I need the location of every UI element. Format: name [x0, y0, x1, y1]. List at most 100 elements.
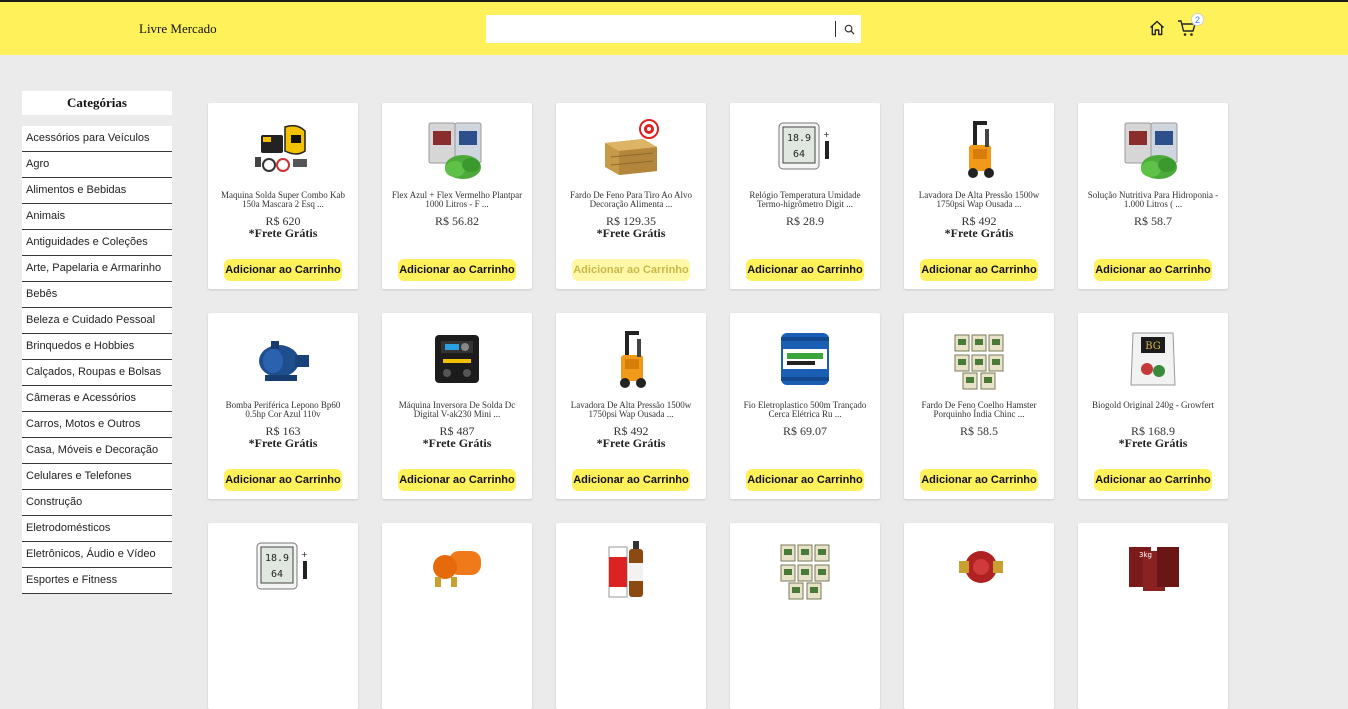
search-input[interactable] — [486, 15, 832, 43]
categories-title: Categórias — [22, 91, 172, 115]
brand-logo[interactable]: Livre Mercado — [139, 21, 217, 37]
product-card[interactable]: 18.9 64 + Relógio Temperatura Umidade Termo… — [730, 103, 880, 289]
category-item[interactable]: Câmeras e Acessórios — [22, 386, 172, 412]
product-title[interactable]: Biogold Original 240g - Growfert — [1086, 401, 1220, 410]
category-item[interactable]: Beleza e Cuidado Pessoal — [22, 308, 172, 334]
product-card[interactable]: Maquina Solda Super Combo Kab 150a Masca… — [208, 103, 358, 289]
product-card[interactable]: 3kg — [1078, 523, 1228, 709]
search-button[interactable] — [838, 19, 860, 39]
category-item[interactable]: Construção — [22, 490, 172, 516]
category-item[interactable]: Arte, Papelaria e Armarinho — [22, 256, 172, 282]
add-to-cart-button[interactable]: Adicionar ao Carrinho — [746, 259, 864, 281]
category-item[interactable]: Animais — [22, 204, 172, 230]
free-shipping-label: *Frete Grátis — [422, 436, 492, 450]
fertilizer-bags-image[interactable] — [425, 117, 489, 181]
free-shipping-label: *Frete Grátis — [596, 436, 666, 450]
product-card[interactable]: Fardo De Feno Coelho Hamster Porquinho Í… — [904, 313, 1054, 499]
product-card[interactable]: 18.9 64 + — [208, 523, 358, 709]
home-icon — [1150, 20, 1164, 36]
svg-text:+: + — [301, 550, 308, 559]
product-card[interactable]: BG Biogold Original 240g - Growfert R$ 168… — [1078, 313, 1228, 499]
product-card[interactable]: Fardo De Feno Para Tiro Ao Alvo Decoraçã… — [556, 103, 706, 289]
product-card[interactable]: Lavadora De Alta Pressão 1500w 1750psi W… — [904, 103, 1054, 289]
free-shipping-label: *Frete Grátis — [248, 226, 318, 240]
thermo-hygrometer-image[interactable]: 18.9 64 + — [773, 117, 837, 181]
categories-sidebar: Categórias Acessórios para Veículos Agro A… — [22, 91, 172, 594]
product-card[interactable]: Lavadora De Alta Pressão 1500w 1750psi W… — [556, 313, 706, 499]
product-title[interactable]: Fio Eletroplastico 500m Trançado Cerca E… — [738, 401, 872, 419]
product-title[interactable]: Máquina Inversora De Solda Dc Digital V-… — [390, 401, 524, 419]
product-card[interactable] — [382, 523, 532, 709]
product-card[interactable] — [556, 523, 706, 709]
category-item[interactable]: Carros, Motos e Outros — [22, 412, 172, 438]
pressure-washer-image[interactable] — [599, 327, 663, 391]
welding-kit-image[interactable] — [251, 117, 315, 181]
add-to-cart-button[interactable]: Adicionar ao Carrinho — [1094, 469, 1212, 491]
home-button[interactable] — [1148, 19, 1166, 37]
category-item[interactable]: Eletrodomésticos — [22, 516, 172, 542]
product-title[interactable]: Relógio Temperatura Umidade Termo-higrôm… — [738, 191, 872, 209]
product-price: R$ 28.9 — [785, 214, 824, 228]
wire-spool-image[interactable] — [773, 327, 837, 391]
search-icon — [844, 24, 855, 35]
add-to-cart-button[interactable]: Adicionar ao Carrinho — [1094, 259, 1212, 281]
category-item[interactable]: Celulares e Telefones — [22, 464, 172, 490]
seed-bags-image[interactable]: 3kg — [1121, 537, 1185, 601]
hay-bale-target-image[interactable] — [599, 117, 663, 181]
add-to-cart-button[interactable]: Adicionar ao Carrinho — [572, 259, 690, 281]
add-to-cart-button[interactable]: Adicionar ao Carrinho — [224, 469, 342, 491]
free-shipping-label: *Frete Grátis — [248, 436, 318, 450]
category-item[interactable]: Antiguidades e Coleções — [22, 230, 172, 256]
search-bar — [486, 15, 861, 43]
medicine-bottle-image[interactable] — [599, 537, 663, 601]
product-price: R$ 56.82 — [434, 214, 479, 228]
category-item[interactable]: Esportes e Fitness — [22, 568, 172, 594]
product-card[interactable] — [730, 523, 880, 709]
product-title[interactable]: Flex Azul + Flex Vermelho Plantpar 1000 … — [390, 191, 524, 209]
category-item[interactable]: Alimentos e Bebidas — [22, 178, 172, 204]
biogold-bag-image[interactable]: BG — [1121, 327, 1185, 391]
add-to-cart-button[interactable]: Adicionar ao Carrinho — [224, 259, 342, 281]
pressure-washer-image[interactable] — [947, 117, 1011, 181]
category-item[interactable]: Acessórios para Veículos — [22, 126, 172, 152]
svg-text:18.9: 18.9 — [787, 133, 811, 144]
product-card[interactable]: Bomba Periférica Lepono Bp60 0.5hp Cor A… — [208, 313, 358, 499]
product-title[interactable]: Bomba Periférica Lepono Bp60 0.5hp Cor A… — [216, 401, 350, 419]
product-card[interactable]: Solução Nutritiva Para Hidroponia - 1.00… — [1078, 103, 1228, 289]
add-to-cart-button[interactable]: Adicionar ao Carrinho — [572, 469, 690, 491]
circulation-pump-image[interactable] — [947, 537, 1011, 601]
category-item[interactable]: Bebês — [22, 282, 172, 308]
product-title[interactable]: Lavadora De Alta Pressão 1500w 1750psi W… — [912, 191, 1046, 209]
add-to-cart-button[interactable]: Adicionar ao Carrinho — [398, 259, 516, 281]
product-price: R$ 58.7 — [1133, 214, 1172, 228]
product-title[interactable]: Maquina Solda Super Combo Kab 150a Masca… — [216, 191, 350, 209]
product-title[interactable]: Fardo De Feno Coelho Hamster Porquinho Í… — [912, 401, 1046, 419]
category-item[interactable]: Casa, Móveis e Decoração — [22, 438, 172, 464]
product-card[interactable] — [904, 523, 1054, 709]
add-to-cart-button[interactable]: Adicionar ao Carrinho — [920, 469, 1038, 491]
product-title[interactable]: Lavadora De Alta Pressão 1500w 1750psi W… — [564, 401, 698, 419]
thermo-hygrometer-image[interactable]: 18.9 64 + — [251, 537, 315, 601]
category-item[interactable]: Calçados, Roupas e Bolsas — [22, 360, 172, 386]
hay-packs-image[interactable] — [947, 327, 1011, 391]
water-pump-image[interactable] — [251, 327, 315, 391]
inverter-welder-image[interactable] — [425, 327, 489, 391]
search-divider — [835, 21, 836, 37]
booster-pump-image[interactable] — [425, 537, 489, 601]
free-shipping-label: *Frete Grátis — [596, 226, 666, 240]
hay-packs-image[interactable] — [773, 537, 837, 601]
fertilizer-bags-image[interactable] — [1121, 117, 1185, 181]
add-to-cart-button[interactable]: Adicionar ao Carrinho — [398, 469, 516, 491]
add-to-cart-button[interactable]: Adicionar ao Carrinho — [920, 259, 1038, 281]
product-title[interactable]: Solução Nutritiva Para Hidroponia - 1.00… — [1086, 191, 1220, 209]
svg-text:64: 64 — [793, 149, 805, 160]
category-item[interactable]: Agro — [22, 152, 172, 178]
add-to-cart-button[interactable]: Adicionar ao Carrinho — [746, 469, 864, 491]
product-title[interactable]: Fardo De Feno Para Tiro Ao Alvo Decoraçã… — [564, 191, 698, 209]
product-card[interactable]: Máquina Inversora De Solda Dc Digital V-… — [382, 313, 532, 499]
product-card[interactable]: Flex Azul + Flex Vermelho Plantpar 1000 … — [382, 103, 532, 289]
cart-count-badge: 2 — [1191, 13, 1204, 26]
category-item[interactable]: Brinquedos e Hobbies — [22, 334, 172, 360]
category-item[interactable]: Eletrônicos, Áudio e Vídeo — [22, 542, 172, 568]
product-card[interactable]: Fio Eletroplastico 500m Trançado Cerca E… — [730, 313, 880, 499]
